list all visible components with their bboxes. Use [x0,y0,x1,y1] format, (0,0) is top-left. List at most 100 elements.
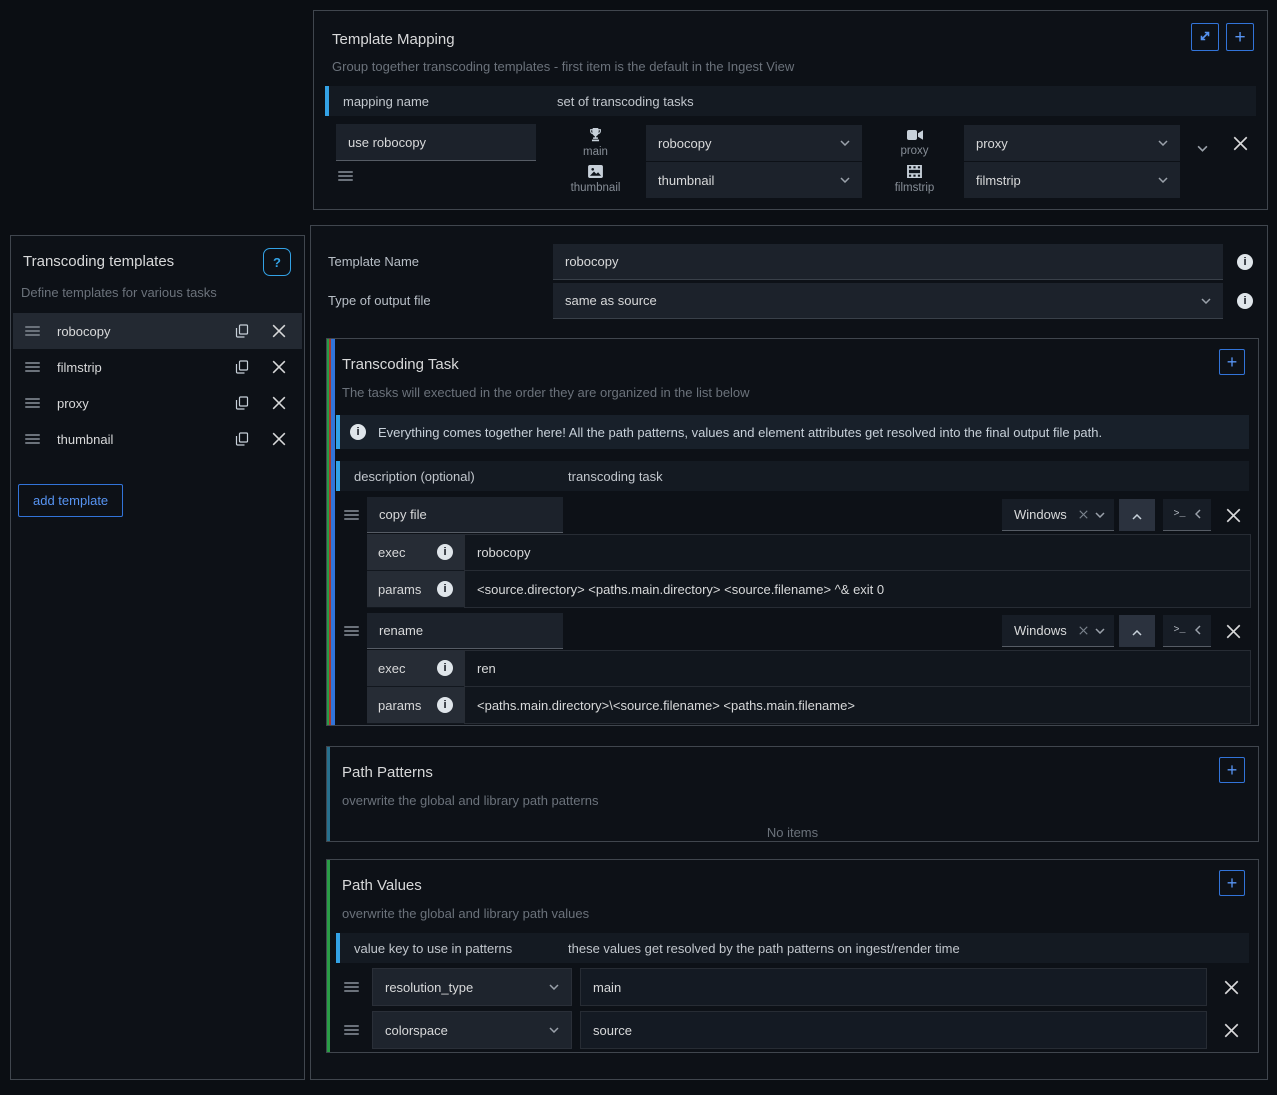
remove-path-value-icon[interactable] [1224,980,1239,995]
params-value[interactable]: <paths.main.directory>\<source.filename>… [464,687,1251,724]
banner-text: Everything comes together here! All the … [378,425,1102,440]
drag-handle-icon[interactable] [25,398,40,408]
output-type-select[interactable]: same as source [553,283,1223,319]
task-description-input[interactable] [367,613,563,649]
sidebar-item-proxy[interactable]: proxy [13,385,302,421]
slot-main: main [543,124,648,161]
template-name-row: Template Name i [311,244,1267,280]
value-key-select[interactable]: resolution_type [372,968,572,1006]
slot-label-column: proxy filmstrip [862,124,967,198]
selected-value: thumbnail [658,173,840,188]
drag-handle-icon[interactable] [338,171,353,181]
collapse-row-chevron-icon[interactable] [1197,140,1208,155]
selected-value: filmstrip [976,173,1158,188]
selected-value: same as source [565,293,1201,308]
drag-handle-icon[interactable] [344,982,359,992]
exec-value[interactable]: ren [464,650,1251,687]
template-name-input[interactable] [553,244,1223,280]
value-key-select[interactable]: colorspace [372,1011,572,1049]
plus-icon: + [1227,874,1238,892]
template-select-filmstrip[interactable]: filmstrip [964,162,1180,198]
collapse-task-button[interactable] [1119,499,1155,531]
template-name: robocopy [57,324,235,339]
params-value[interactable]: <source.directory> <paths.main.directory… [464,571,1251,608]
help-button[interactable]: ? [263,248,291,276]
duplicate-icon[interactable] [235,324,249,338]
drag-handle-icon[interactable] [344,510,359,520]
add-path-value-button[interactable]: + [1219,870,1245,896]
output-type-row: Type of output file same as source i [311,283,1267,319]
blue-stripe [331,339,335,725]
selected-platform: Windows [1014,507,1072,522]
template-name: proxy [57,396,235,411]
add-template-button[interactable]: add template [18,484,123,517]
thumbnail-image-icon [588,165,603,181]
template-select-proxy[interactable]: proxy [964,125,1180,161]
remove-task-icon[interactable] [1226,624,1241,639]
info-banner: i Everything comes together here! All th… [336,415,1249,449]
add-path-pattern-button[interactable]: + [1219,757,1245,783]
platform-select[interactable]: Windows [1002,499,1114,531]
task-copy-file: Windows >_ execi robocopy paramsi <sourc… [336,497,1251,608]
section-title: Path Values [342,877,1258,894]
section-subtitle: overwrite the global and library path va… [342,906,1258,921]
duplicate-icon[interactable] [235,432,249,446]
drag-handle-icon[interactable] [25,326,40,336]
remove-tag-icon[interactable] [1079,623,1088,638]
add-mapping-button[interactable]: + [1226,23,1254,51]
terminal-toggle-group[interactable]: >_ [1163,499,1211,531]
path-value-input[interactable] [580,1011,1207,1049]
duplicate-icon[interactable] [235,360,249,374]
exec-label: exec [378,661,405,676]
slot-label: proxy [900,145,928,157]
drag-handle-icon[interactable] [25,434,40,444]
add-task-button[interactable]: + [1219,349,1245,375]
template-select-main[interactable]: robocopy [646,125,862,161]
terminal-toggle-group[interactable]: >_ [1163,615,1211,647]
mapping-name-input[interactable] [336,124,536,161]
info-icon[interactable]: i [1237,293,1253,309]
info-icon[interactable]: i [437,660,453,676]
column-label: transcoding task [568,469,663,484]
delete-template-icon[interactable] [272,396,286,410]
section-subtitle: The tasks will exectued in the order the… [342,385,1258,400]
template-select-thumbnail[interactable]: thumbnail [646,162,862,198]
info-icon[interactable]: i [437,581,453,597]
info-icon[interactable]: i [437,697,453,713]
template-mapping-panel: + Template Mapping Group together transc… [313,10,1268,210]
sidebar-item-filmstrip[interactable]: filmstrip [13,349,302,385]
duplicate-icon[interactable] [235,396,249,410]
platform-select[interactable]: Windows [1002,615,1114,647]
remove-task-icon[interactable] [1226,508,1241,523]
green-stripe [327,860,330,1052]
info-icon[interactable]: i [1237,254,1253,270]
exec-value[interactable]: robocopy [464,534,1251,571]
collapse-task-button[interactable] [1119,615,1155,647]
drag-handle-icon[interactable] [344,626,359,636]
path-value-input[interactable] [580,968,1207,1006]
params-row: paramsi <source.directory> <paths.main.d… [367,571,1251,608]
delete-template-icon[interactable] [272,360,286,374]
mapping-header-row: mapping name set of transcoding tasks [325,86,1256,116]
expand-button[interactable] [1191,23,1219,51]
selected-value: proxy [976,136,1158,151]
remove-tag-icon[interactable] [1079,507,1088,522]
sidebar-item-thumbnail[interactable]: thumbnail [13,421,302,457]
drag-handle-icon[interactable] [25,362,40,372]
video-camera-icon [907,129,923,144]
sidebar-item-robocopy[interactable]: robocopy [13,313,302,349]
empty-state-text: No items [327,825,1258,840]
chevron-down-icon [1158,177,1168,183]
path-values-section: + Path Values overwrite the global and l… [326,859,1259,1053]
remove-path-value-icon[interactable] [1224,1023,1239,1038]
delete-template-icon[interactable] [272,324,286,338]
delete-template-icon[interactable] [272,432,286,446]
info-icon[interactable]: i [437,544,453,560]
field-label: Template Name [328,254,419,269]
params-label: params [378,698,421,713]
selected-key: resolution_type [385,980,549,995]
task-rename: Windows >_ exec i ren params i <paths.main… [336,613,1251,724]
drag-handle-icon[interactable] [344,1025,359,1035]
remove-mapping-icon[interactable] [1233,136,1248,151]
task-description-input[interactable] [367,497,563,533]
